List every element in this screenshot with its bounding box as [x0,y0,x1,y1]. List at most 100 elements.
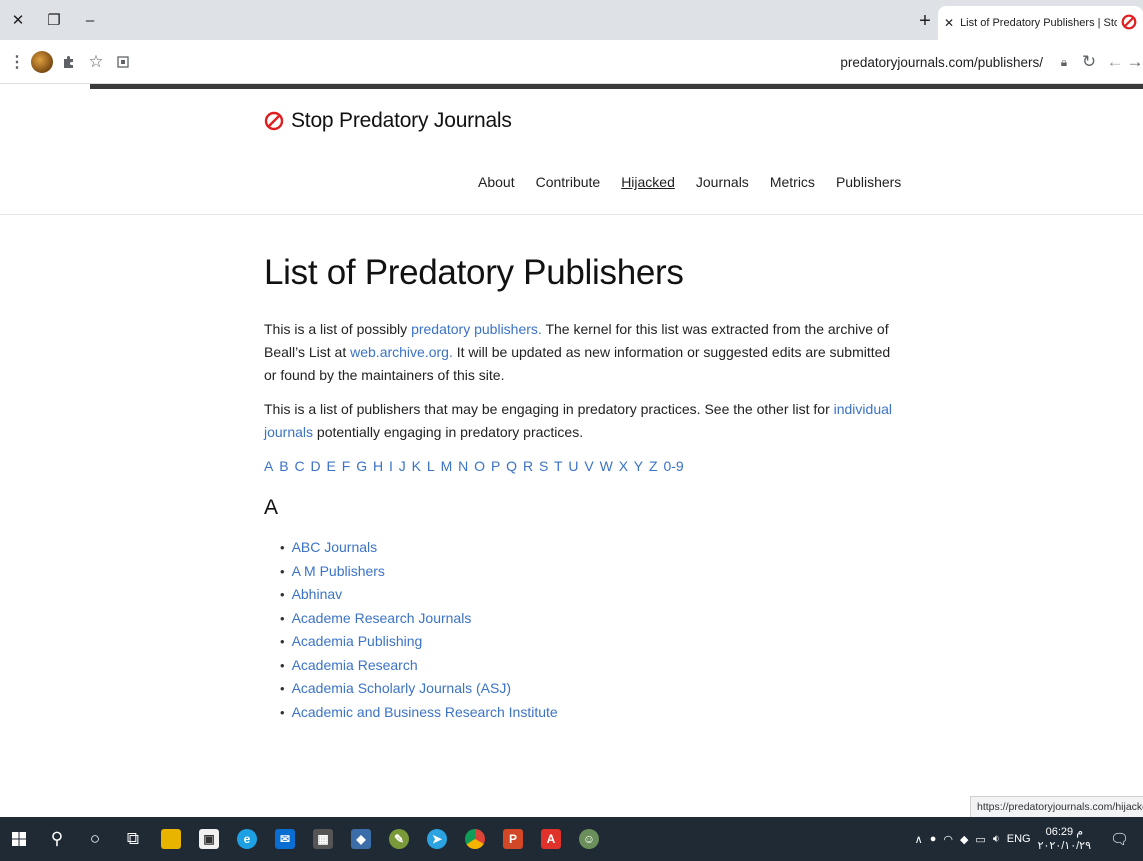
main-content: List of Predatory Publishers This is a l… [264,250,894,724]
store-icon[interactable]: ▣ [190,817,228,861]
intro-paragraph-2: This is a list of publishers that may be… [264,398,894,444]
address-bar[interactable]: predatoryjournals.com/publishers/ 🔒︎ ↻ ←… [840,40,1143,84]
clock[interactable]: 06:29 م ٢٠٢٠/١٠/٢٩ [1038,825,1098,853]
letter-link[interactable]: G [356,458,367,474]
powerpoint-icon[interactable]: P [494,817,532,861]
clock-date: ٢٠٢٠/١٠/٢٩ [1037,840,1091,852]
publisher-link[interactable]: Academia Publishing [292,633,423,649]
letter-link[interactable]: V [584,458,593,474]
nav-metrics[interactable]: Metrics [770,174,815,190]
new-tab-button[interactable]: + [912,8,938,34]
edge-icon[interactable]: e [228,817,266,861]
list-item: Academic and Business Research Institute [280,701,894,725]
letter-link[interactable]: E [327,458,336,474]
nav-publishers[interactable]: Publishers [836,174,901,190]
mail-icon[interactable]: ✉ [266,817,304,861]
publisher-link[interactable]: ABC Journals [292,539,378,555]
publisher-link[interactable]: Academia Scholarly Journals (ASJ) [292,680,511,696]
app-icon[interactable]: ◆ [342,817,380,861]
paint-icon[interactable]: ✎ [380,817,418,861]
letter-link[interactable]: Y [634,458,643,474]
stop-sign-logo-icon [264,111,284,131]
chrome-profile-icon[interactable]: ☺ [570,817,608,861]
letter-link[interactable]: N [458,458,468,474]
letter-link[interactable]: B [279,458,288,474]
publisher-link[interactable]: Academe Research Journals [292,610,472,626]
file-explorer-icon[interactable] [152,817,190,861]
bookmark-star-icon[interactable]: ☆ [82,40,110,84]
back-arrow-icon[interactable]: ← [1103,40,1127,84]
tray-shield-icon[interactable]: ◆ [960,833,968,846]
web-archive-link[interactable]: web.archive.org. [350,344,453,360]
reload-icon[interactable]: ↻ [1075,40,1103,84]
language-indicator[interactable]: ENG [1007,833,1031,845]
publisher-link[interactable]: Academia Research [292,657,418,673]
letter-link[interactable]: T [554,458,563,474]
tray-chevron-icon[interactable]: ∧ [915,833,923,846]
calculator-icon[interactable]: ▦ [304,817,342,861]
telegram-icon[interactable]: ➤ [418,817,456,861]
letter-link[interactable]: S [539,458,548,474]
cast-icon[interactable] [110,40,136,84]
windows-start-icon[interactable] [0,817,38,861]
restore-window-icon[interactable]: ❐ [36,0,72,40]
letter-link[interactable]: H [373,458,383,474]
letter-link[interactable]: 0-9 [663,458,683,474]
extensions-puzzle-icon[interactable] [56,40,82,84]
letter-link[interactable]: I [389,458,393,474]
nav-journals[interactable]: Journals [696,174,749,190]
volume-icon[interactable]: 🔉︎ [993,833,1000,846]
list-item: Academia Publishing [280,630,894,654]
site-brand[interactable]: Stop Predatory Journals [264,109,512,133]
site-name[interactable]: Stop Predatory Journals [291,109,512,133]
tray-app-icon[interactable]: ● [930,833,937,845]
letter-link[interactable]: K [412,458,421,474]
browser-tab[interactable]: ✕ List of Predatory Publishers | Stop Pr… [938,6,1143,40]
letter-link[interactable]: Z [649,458,658,474]
system-tray: ∧ ● ◠ ◆ ▭ 🔉︎ ENG 06:29 م ٢٠٢٠/١٠/٢٩ 🗨︎ [915,817,1143,861]
cortana-icon[interactable]: ○ [76,817,114,861]
browser-menu-icon[interactable]: ⋮ [6,40,28,84]
letter-link[interactable]: R [523,458,533,474]
url-text[interactable]: predatoryjournals.com/publishers/ [840,55,1043,70]
letter-link[interactable]: Q [506,458,517,474]
task-view-icon[interactable]: ⧉ [114,817,152,861]
nav-hijacked[interactable]: Hijacked [621,174,675,190]
search-icon[interactable]: ⚲ [38,817,76,861]
acrobat-icon[interactable]: A [532,817,570,861]
nav-contribute[interactable]: Contribute [536,174,601,190]
nav-about[interactable]: About [478,174,515,190]
publisher-link[interactable]: Academic and Business Research Institute [292,704,558,720]
letter-link[interactable]: D [310,458,320,474]
profile-avatar[interactable] [28,40,56,84]
letter-link[interactable]: C [294,458,304,474]
list-item: Abhinav [280,583,894,607]
letter-link[interactable]: X [619,458,628,474]
letter-link[interactable]: J [399,458,406,474]
publisher-link[interactable]: Abhinav [292,586,343,602]
letter-link[interactable]: P [491,458,500,474]
chrome-icon[interactable] [456,817,494,861]
minimize-window-icon[interactable]: – [72,0,108,40]
site-header: Stop Predatory Journals About Contribute… [0,89,1143,215]
intro-paragraph-1: This is a list of possibly predatory pub… [264,318,894,387]
lock-icon[interactable]: 🔒︎ [1053,40,1075,84]
windows-taskbar: ⚲ ○ ⧉ ▣ e ✉ ▦ ◆ ✎ ➤ P A ☺ ∧ ● ◠ ◆ ▭ 🔉︎ E… [0,817,1143,861]
letter-link[interactable]: A [264,458,273,474]
close-window-icon[interactable]: ✕ [0,0,36,40]
list-item: A M Publishers [280,560,894,584]
predatory-publishers-link[interactable]: predatory publishers. [411,321,542,337]
letter-link[interactable]: W [600,458,613,474]
letter-link[interactable]: F [342,458,351,474]
close-tab-icon[interactable]: ✕ [944,16,954,30]
forward-arrow-icon[interactable]: → [1127,40,1143,84]
list-item: Academe Research Journals [280,607,894,631]
letter-link[interactable]: U [568,458,578,474]
letter-link[interactable]: O [474,458,485,474]
notifications-icon[interactable]: 🗨︎ [1110,830,1136,848]
letter-link[interactable]: M [441,458,453,474]
publisher-link[interactable]: A M Publishers [292,563,385,579]
letter-link[interactable]: L [427,458,435,474]
wifi-icon[interactable]: ◠ [943,833,953,846]
battery-icon[interactable]: ▭ [975,833,985,846]
